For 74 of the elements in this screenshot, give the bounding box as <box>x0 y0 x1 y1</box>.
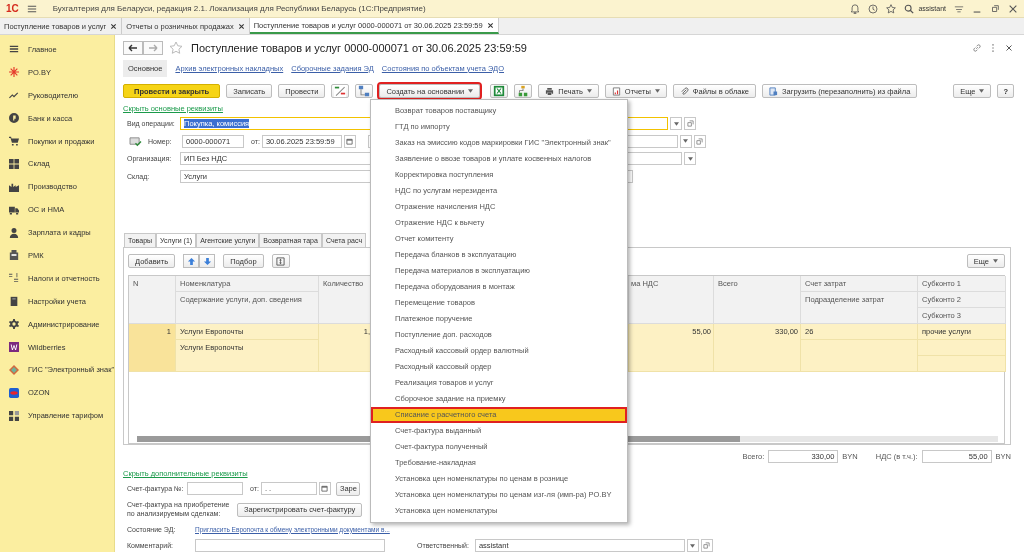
restore-icon[interactable] <box>990 3 1000 14</box>
caret-icon <box>687 156 693 161</box>
caret-icon <box>468 89 474 93</box>
book-icon <box>9 296 19 307</box>
diamond-icon <box>9 364 19 375</box>
menu-icon <box>9 44 19 55</box>
resize-icon <box>276 256 286 266</box>
invoice-number-field[interactable] <box>187 482 243 495</box>
toolbar-icon-button[interactable] <box>490 84 509 98</box>
caret-icon <box>979 89 985 93</box>
document-icon <box>129 135 142 147</box>
toolbar-icon-button[interactable] <box>514 84 533 98</box>
coin-icon <box>9 113 19 124</box>
paperclip-icon <box>679 86 689 96</box>
caret-icon <box>993 259 998 263</box>
history-icon[interactable] <box>868 3 879 14</box>
gear-icon <box>9 319 19 330</box>
arrow-down-icon <box>202 256 212 266</box>
open-button[interactable] <box>700 539 713 552</box>
dropdown-button[interactable] <box>670 117 682 130</box>
person-icon <box>9 227 19 238</box>
close-icon[interactable] <box>486 21 494 29</box>
close-icon[interactable] <box>110 22 118 30</box>
calendar-button[interactable] <box>343 134 356 148</box>
document-icon <box>769 86 778 96</box>
form-title: Поступление товаров и услуг 0000-000071 от 30.06.2025 23:59:59 <box>191 42 527 54</box>
open-button[interactable] <box>684 117 696 130</box>
dropdown-button[interactable] <box>686 539 699 552</box>
move-down-button[interactable] <box>199 254 216 268</box>
app-logo: 1С <box>6 3 19 14</box>
back-button[interactable] <box>123 41 143 55</box>
search-icon[interactable] <box>904 3 915 14</box>
debit-credit-icon <box>334 85 347 97</box>
window-title: Бухгалтерия для Беларуси, редакция 2.1. Локализация для Республики Беларусь (1С:Предприятие) <box>52 4 426 13</box>
asterisk-icon <box>9 67 19 78</box>
grid-icon <box>9 158 19 169</box>
caret-icon <box>673 121 679 126</box>
tax-icon <box>9 273 19 284</box>
comment-field[interactable] <box>195 539 385 552</box>
menu-icon[interactable] <box>26 3 37 14</box>
star-icon[interactable] <box>169 41 183 55</box>
open-button[interactable] <box>693 134 706 148</box>
spreadsheet-icon <box>493 85 506 97</box>
close-icon[interactable] <box>237 22 245 30</box>
caret-icon <box>654 89 660 93</box>
bell-icon[interactable] <box>850 3 861 14</box>
caret-icon <box>690 543 696 548</box>
dropdown-button[interactable] <box>684 152 696 165</box>
structure-icon <box>358 85 371 97</box>
caret-icon <box>586 89 592 93</box>
resize-button[interactable] <box>271 254 290 268</box>
calendar-button[interactable] <box>318 482 331 495</box>
tree-icon <box>517 85 530 97</box>
close-icon[interactable] <box>1004 43 1014 53</box>
caret-icon <box>683 139 689 143</box>
tile-icon <box>9 342 19 352</box>
arrow-left-icon <box>128 43 138 53</box>
report-icon <box>611 86 621 96</box>
dropdown-button[interactable] <box>679 134 692 148</box>
truck-icon <box>9 204 19 215</box>
register-icon <box>9 250 19 261</box>
arrow-up-icon <box>186 256 196 266</box>
link-icon[interactable] <box>972 43 982 53</box>
printer-icon <box>545 86 555 96</box>
arrow-right-icon <box>148 43 158 53</box>
tiles-icon <box>9 410 19 421</box>
cart-icon <box>9 136 19 146</box>
close-icon[interactable] <box>1008 3 1018 14</box>
move-up-button[interactable] <box>183 254 200 268</box>
star-icon[interactable] <box>886 3 897 14</box>
trend-icon <box>9 90 19 101</box>
toolbar-icon-button[interactable] <box>331 84 350 98</box>
toolbar-icon-button[interactable] <box>355 84 374 98</box>
factory-icon <box>9 181 19 192</box>
